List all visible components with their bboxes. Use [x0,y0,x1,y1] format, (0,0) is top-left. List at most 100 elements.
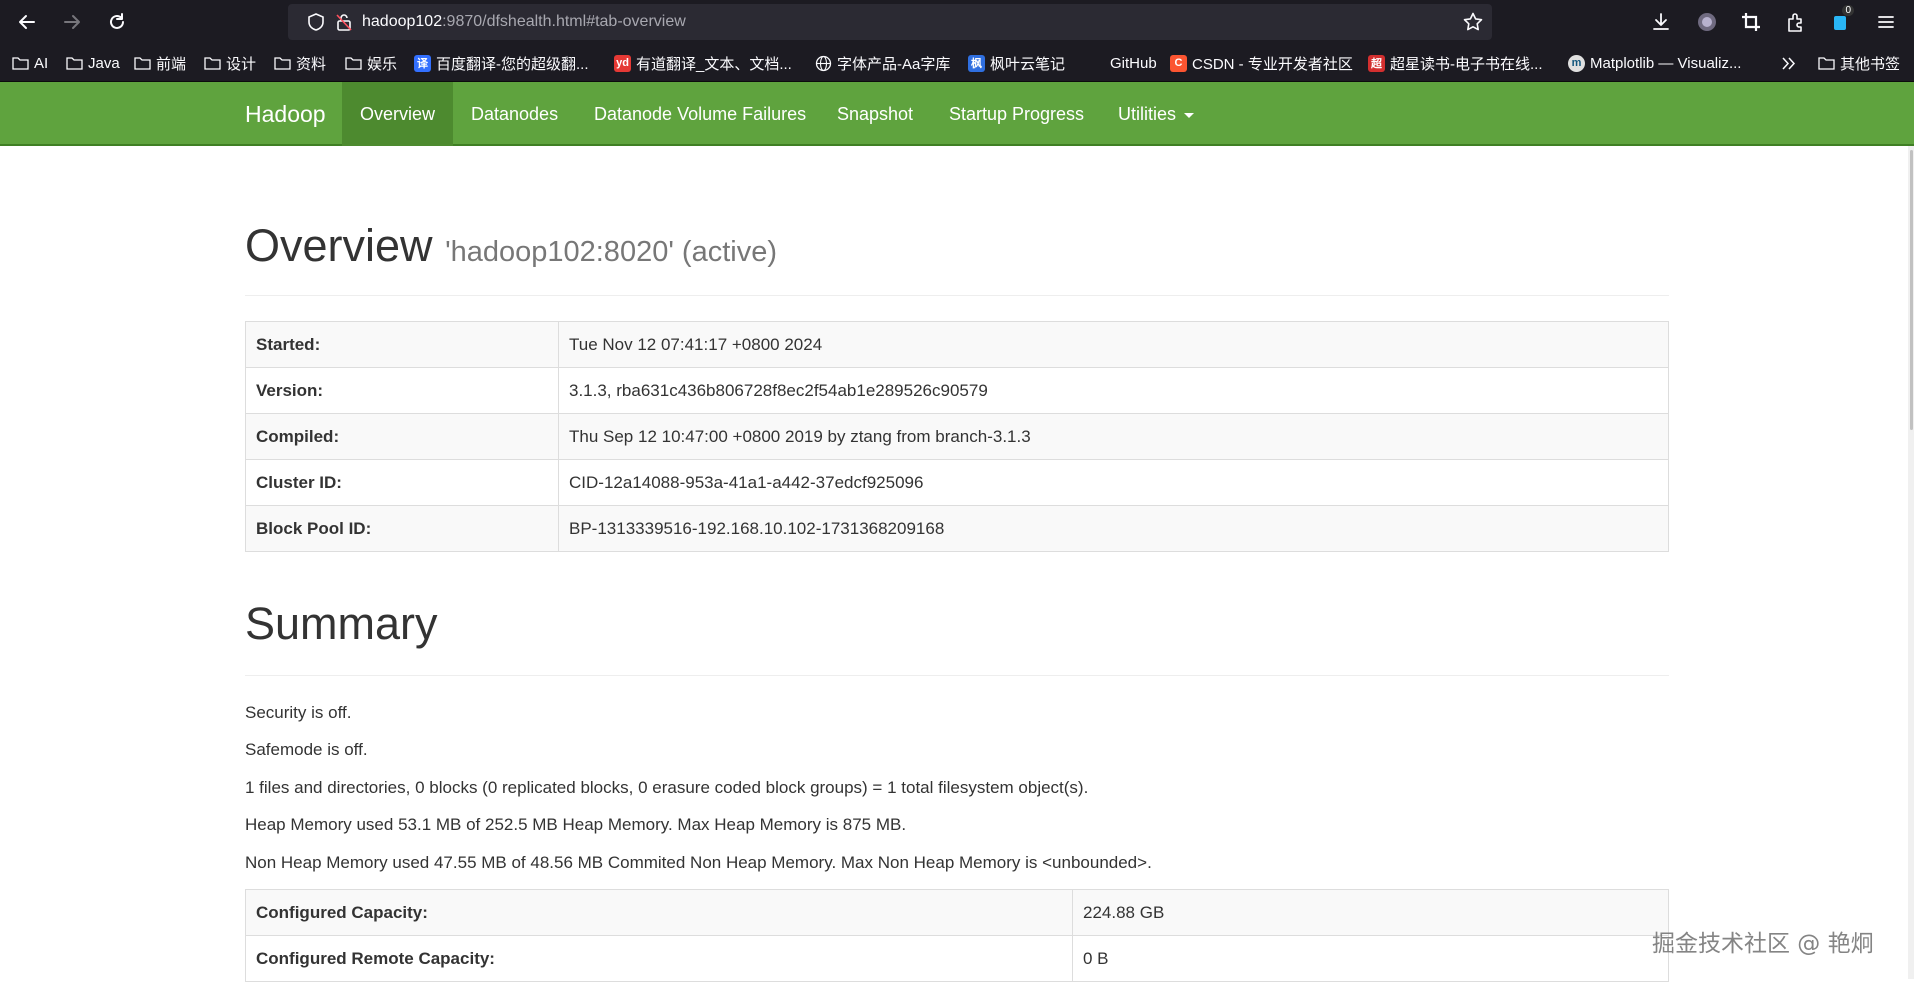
tab-overview[interactable]: Overview [342,82,453,146]
filesystem-objects: 1 files and directories, 0 blocks (0 rep… [245,778,1089,797]
row-value: Thu Sep 12 10:47:00 +0800 2019 by ztang … [558,413,1669,460]
url-path: :9870/dfshealth.html#tab-overview [442,13,686,30]
shield-icon [308,13,324,31]
forward-button[interactable] [57,7,87,37]
tab-utilities[interactable]: Utilities [1118,82,1195,146]
bookmark-youdao[interactable]: yd 有道翻译_文本、文档... [614,44,792,82]
bookmark-java[interactable]: Java [66,44,120,82]
table-row: Version: 3.1.3, rba631c436b806728f8ec2f5… [245,367,1669,414]
insecure-lock-icon[interactable] [334,12,354,32]
profile-button[interactable] [1692,7,1722,37]
bookmark-github[interactable]: GitHub [1088,44,1157,82]
crop-extension-button[interactable] [1736,7,1766,37]
bookmark-label: 资料 [296,55,327,73]
bookmark-fengye-notes[interactable]: 枫 枫叶云笔记 [968,44,1065,82]
table-row: Configured Remote Capacity: 0 B [245,935,1669,982]
bookmark-label: 设计 [226,55,257,73]
arrow-left-icon [19,15,35,29]
bookmark-ai[interactable]: AI [12,44,48,82]
hadoop-brand[interactable]: Hadoop [245,82,326,146]
folder-icon [345,57,362,70]
bookmark-label: 百度翻译-您的超级翻... [436,55,589,73]
csdn-icon: C [1170,54,1187,72]
matplotlib-icon: m [1568,54,1585,72]
row-value: 224.88 GB [1072,889,1669,936]
reload-icon [110,13,124,29]
row-key: Compiled: [245,413,559,460]
overview-title: Overview [245,220,433,271]
bookmark-font-products[interactable]: 字体产品-Aa字库 [815,44,950,82]
row-key: Configured Capacity: [245,889,1073,936]
divider [245,295,1669,296]
bookmark-label: Java [88,54,120,72]
bookmark-csdn[interactable]: C CSDN - 专业开发者社区 [1170,44,1353,82]
security-status: Security is off. [245,703,352,722]
extensions-button[interactable] [1781,7,1811,37]
badge-count: 0 [1842,5,1854,16]
url-bar[interactable]: hadoop102:9870/dfshealth.html#tab-overvi… [288,4,1492,40]
non-heap-memory: Non Heap Memory used 47.55 MB of 48.56 M… [245,853,1152,872]
scrollbar-thumb[interactable] [1910,150,1913,430]
browser-toolbar: hadoop102:9870/dfshealth.html#tab-overvi… [0,0,1914,44]
bookmark-star-icon[interactable] [1462,11,1484,33]
puzzle-icon [1788,13,1802,32]
watermark: 掘金技术社区 @ 艳炯 [1652,931,1874,957]
bookmark-label: 娱乐 [367,55,398,73]
bookmark-chaoxing[interactable]: 超 超星读书-电子书在线... [1368,44,1543,82]
download-icon [1653,13,1669,30]
bookmark-label: 枫叶云笔记 [990,55,1066,73]
bookmark-label: CSDN - 专业开发者社区 [1192,55,1353,73]
bookmark-label: 字体产品-Aa字库 [837,55,951,73]
row-value: 3.1.3, rba631c436b806728f8ec2f54ab1e2895… [558,367,1669,414]
url-text[interactable]: hadoop102:9870/dfshealth.html#tab-overvi… [362,13,686,31]
other-bookmarks-label: 其他书签 [1840,55,1901,73]
download-counter-button[interactable]: 0 [1826,5,1856,37]
bookmark-matplotlib[interactable]: m Matplotlib — Visualiz... [1568,44,1741,82]
table-row: Configured Capacity: 224.88 GB [245,889,1669,936]
bookmark-label: 前端 [156,55,187,73]
table-row: Cluster ID: CID-12a14088-953a-41a1-a442-… [245,459,1669,506]
row-value: 0 B [1072,935,1669,982]
bookmark-label: 超星读书-电子书在线... [1390,55,1543,73]
reload-button[interactable] [102,7,132,37]
other-bookmarks[interactable]: 其他书签 [1818,44,1900,82]
bookmark-label: AI [34,54,49,72]
github-icon [1088,55,1105,72]
row-key: Block Pool ID: [245,505,559,552]
url-host: hadoop102 [362,13,443,30]
table-row: Compiled: Thu Sep 12 10:47:00 +0800 2019… [245,413,1669,460]
menu-button[interactable] [1871,7,1901,37]
row-value: BP-1313339516-192.168.10.102-17313682091… [558,505,1669,552]
double-chevron-right-icon [1782,56,1796,70]
tab-datanode-volume-failures[interactable]: Datanode Volume Failures [594,82,806,146]
bookmark-design[interactable]: 设计 [204,44,256,82]
fengye-icon: 枫 [968,54,985,72]
folder-icon [1818,57,1835,70]
table-row: Block Pool ID: BP-1313339516-192.168.10.… [245,505,1669,552]
tab-snapshot[interactable]: Snapshot [837,82,913,146]
bookmarks-overflow-button[interactable] [1780,44,1797,82]
bookmark-baidu-translate[interactable]: 译 百度翻译-您的超级翻... [414,44,589,82]
overview-subtitle: 'hadoop102:8020' (active) [445,236,777,268]
bookmarks-bar: AI Java 前端 设计 资料 娱乐 译 百度翻译-您的超级翻... yd 有… [0,44,1914,82]
row-value: Tue Nov 12 07:41:17 +0800 2024 [558,321,1669,368]
utilities-label: Utilities [1118,103,1177,124]
youdao-icon: yd [614,54,631,72]
downloads-button[interactable] [1646,7,1676,37]
bookmark-materials[interactable]: 资料 [274,44,326,82]
bookmark-label: 有道翻译_文本、文档... [636,55,792,73]
hamburger-icon [1878,16,1894,28]
divider [245,675,1669,676]
bookmark-frontend[interactable]: 前端 [134,44,186,82]
overview-table: Started: Tue Nov 12 07:41:17 +0800 2024 … [245,321,1669,552]
crop-icon [1742,13,1760,31]
bookmark-entertainment[interactable]: 娱乐 [345,44,397,82]
caret-down-icon [1184,112,1195,118]
folder-icon [274,57,291,70]
back-button[interactable] [12,7,42,37]
tab-datanodes[interactable]: Datanodes [471,82,558,146]
row-key: Cluster ID: [245,459,559,506]
arrow-right-icon [64,15,80,29]
tab-startup-progress[interactable]: Startup Progress [949,82,1084,146]
folder-icon [204,57,221,70]
